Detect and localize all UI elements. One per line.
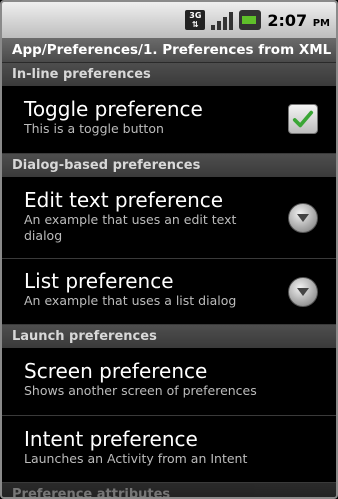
status-clock: 2:07 PM <box>267 11 330 30</box>
network-3g-icon: 3G ⇅ <box>185 10 206 30</box>
toggle-checkbox[interactable] <box>288 104 318 134</box>
category-label: Preference attributes <box>12 487 171 499</box>
screen-preference-item[interactable]: Screen preference Shows another screen o… <box>2 348 336 416</box>
preference-summary: This is a toggle button <box>24 121 164 136</box>
page-title: App/Preferences/1. Preferences from XML <box>12 42 332 58</box>
battery-charging-icon <box>239 10 262 30</box>
preference-summary: Launches an Activity from an Intent <box>24 451 248 466</box>
chevron-down-icon <box>288 203 318 233</box>
device-screen: 3G ⇅ 2:07 PM App/Preferences/1. Preferen… <box>0 0 338 499</box>
category-label: Launch preferences <box>12 329 157 344</box>
clock-time: 2:07 <box>267 10 308 30</box>
category-launch-preferences: Launch preferences <box>2 325 336 348</box>
preference-summary: Shows another screen of preferences <box>24 383 257 398</box>
clock-ampm: PM <box>312 17 330 29</box>
category-label: Dialog-based preferences <box>12 158 201 173</box>
list-preference-item[interactable]: List preference An example that uses a l… <box>2 259 336 325</box>
category-preference-attributes: Preference attributes <box>2 483 336 499</box>
title-bar: App/Preferences/1. Preferences from XML <box>2 38 336 63</box>
chevron-down-icon <box>288 277 318 307</box>
network-label: 3G <box>189 11 202 20</box>
toggle-preference-item[interactable]: Toggle preference This is a toggle butto… <box>2 86 336 154</box>
category-label: In-line preferences <box>12 67 151 82</box>
preference-title: List preference <box>24 269 174 293</box>
intent-preference-item[interactable]: Intent preference Launches an Activity f… <box>2 416 336 483</box>
signal-strength-icon <box>211 10 234 30</box>
preference-summary: An example that uses an edit text dialog <box>24 212 237 243</box>
checkmark-icon <box>292 110 314 128</box>
category-inline-preferences: In-line preferences <box>2 63 336 86</box>
preference-title: Intent preference <box>24 427 198 451</box>
preference-summary: An example that uses a list dialog <box>24 293 237 308</box>
preferences-list[interactable]: In-line preferences Toggle preference Th… <box>2 63 336 499</box>
status-bar: 3G ⇅ 2:07 PM <box>2 2 336 38</box>
preference-title: Toggle preference <box>24 97 203 121</box>
category-dialog-preferences: Dialog-based preferences <box>2 154 336 177</box>
preference-title: Screen preference <box>24 359 208 383</box>
edit-text-preference-item[interactable]: Edit text preference An example that use… <box>2 177 336 259</box>
preference-title: Edit text preference <box>24 188 224 212</box>
